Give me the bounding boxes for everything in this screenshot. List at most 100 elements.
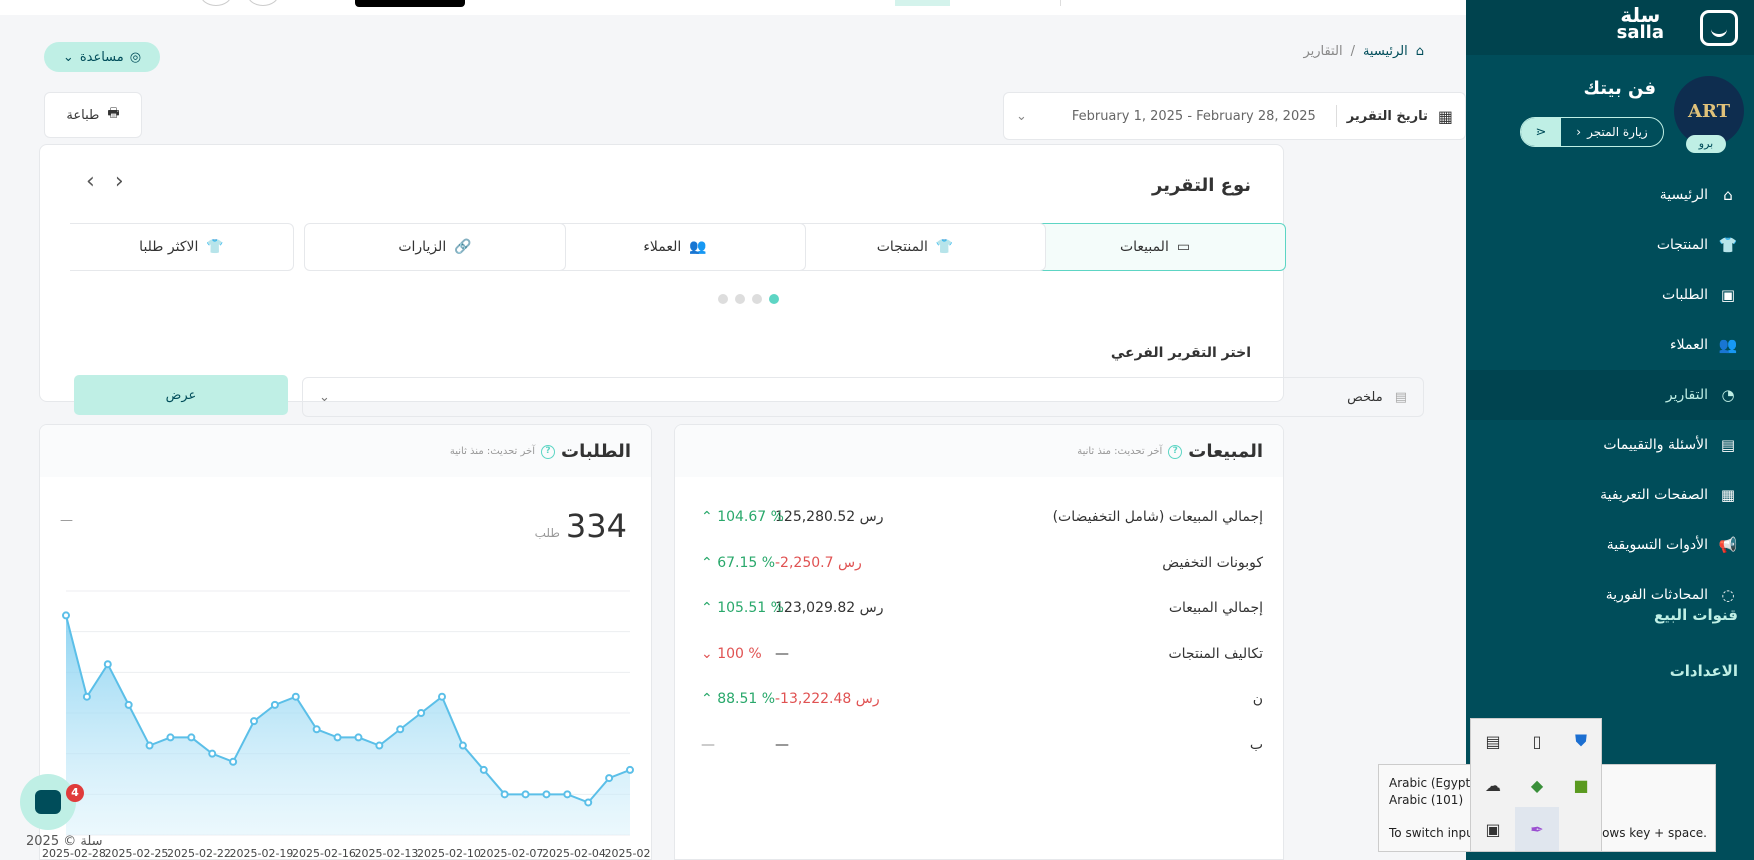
- chat-button[interactable]: [20, 774, 76, 830]
- pen-icon[interactable]: ✒: [1515, 807, 1559, 851]
- chevron-right-icon[interactable]: ›: [115, 169, 124, 194]
- chart-point[interactable]: [103, 660, 112, 669]
- logo-line-2: salla: [1616, 22, 1664, 43]
- chart-point[interactable]: [291, 692, 300, 701]
- tab-label: العملاء: [643, 239, 682, 255]
- chart-point[interactable]: [500, 790, 509, 799]
- chart-point[interactable]: [396, 725, 405, 734]
- sidebar-item-7[interactable]: 📢 الأدوات التسويقية: [1466, 520, 1754, 570]
- chart-point[interactable]: [187, 733, 196, 742]
- tab-customers[interactable]: 👥 العملاء: [544, 223, 806, 271]
- home-icon[interactable]: ⌂: [1416, 44, 1424, 59]
- monitor-icon[interactable]: ▤: [1471, 719, 1515, 763]
- date-divider: [1335, 105, 1337, 127]
- sales-row-change: ⌄ 100 %: [701, 646, 762, 662]
- date-label: تاريخ التقرير: [1346, 108, 1428, 124]
- sidebar-item-label: الطلبات: [1662, 287, 1708, 303]
- chart-point[interactable]: [62, 611, 70, 620]
- top-bar: [0, 0, 1466, 15]
- top-tab-active[interactable]: [895, 0, 950, 6]
- megaphone-icon: 📢: [1718, 536, 1738, 554]
- sales-row-label: كوبونات التخفيض: [1162, 554, 1263, 571]
- store-name: فن بيتك: [1583, 78, 1656, 99]
- orders-title: الطلبات: [560, 441, 631, 462]
- chart-point[interactable]: [145, 741, 154, 750]
- chevron-left-icon[interactable]: ‹: [86, 169, 95, 194]
- chart-point[interactable]: [166, 733, 175, 742]
- chart-point[interactable]: [417, 709, 426, 717]
- chart-point[interactable]: [458, 741, 467, 750]
- chart-point[interactable]: [124, 700, 133, 709]
- chart-point[interactable]: [229, 757, 238, 766]
- carousel-dot-active[interactable]: [769, 294, 779, 304]
- carousel-dot[interactable]: [735, 294, 745, 304]
- network-icon[interactable]: ◆: [1515, 763, 1559, 807]
- sales-row: إجمالي المبيعات 123,029.82 رس ⌃ 105.51 %: [675, 584, 1283, 634]
- salla-logo-text[interactable]: سلة salla: [1616, 5, 1664, 43]
- carousel-dot[interactable]: [752, 294, 762, 304]
- tab-products[interactable]: 👕 المنتجات: [784, 223, 1046, 271]
- visit-store-button[interactable]: زيارة المتجر ‹ ⋖: [1520, 117, 1664, 147]
- sidebar-item-label: المنتجات: [1656, 237, 1708, 253]
- tab-label: الزيارات: [398, 239, 447, 255]
- chevron-left-icon: ‹: [1576, 125, 1582, 139]
- chart-point[interactable]: [354, 733, 363, 742]
- sales-row-percent: 105.51 %: [717, 600, 784, 616]
- chart-point[interactable]: [605, 774, 614, 783]
- print-button[interactable]: 🖶 طباعة: [44, 92, 142, 138]
- tab-sales[interactable]: ▭ المبيعات: [1024, 223, 1286, 271]
- tab-most-ordered[interactable]: 👕 الاكثر طلبا: [70, 223, 294, 271]
- chart-point[interactable]: [312, 725, 321, 734]
- nvidia-icon[interactable]: ■: [1559, 763, 1603, 807]
- sidebar-item-3[interactable]: 👥 العملاء: [1466, 320, 1754, 370]
- carousel-dot[interactable]: [718, 294, 728, 304]
- chart-point[interactable]: [479, 765, 488, 774]
- sales-row-label: ب: [1249, 736, 1263, 753]
- chart-point[interactable]: [438, 692, 446, 701]
- lifebuoy-icon: ◎: [129, 49, 142, 65]
- shield-icon[interactable]: ⛊: [1559, 719, 1603, 763]
- chart-point[interactable]: [521, 790, 530, 799]
- chart-point[interactable]: [270, 700, 279, 709]
- chart-point[interactable]: [208, 749, 217, 758]
- sidebar-item-2[interactable]: ▣ الطلبات: [1466, 270, 1754, 320]
- sidebar-section-sales-channels[interactable]: قنوات البيع: [1466, 590, 1754, 640]
- chart-point[interactable]: [333, 733, 342, 742]
- chart-point[interactable]: [375, 741, 384, 750]
- chart-point[interactable]: [250, 717, 258, 726]
- chart-point[interactable]: [563, 790, 572, 799]
- top-dark-button[interactable]: [355, 0, 465, 7]
- chart-point[interactable]: [626, 765, 634, 774]
- tab-visits[interactable]: 🔗 الزيارات: [304, 223, 566, 271]
- show-button[interactable]: عرض: [74, 375, 288, 415]
- top-circle-button[interactable]: [247, 0, 279, 6]
- date-range-picker[interactable]: ▦ تاريخ التقرير February 1, 2025 - Febru…: [1003, 92, 1466, 140]
- sub-report-value: ملخص: [1347, 389, 1383, 405]
- sidebar-item-1[interactable]: 👕 المنتجات: [1466, 220, 1754, 270]
- sub-report-select[interactable]: ▤ ملخص ⌄: [302, 377, 1424, 417]
- share-icon[interactable]: ⋖: [1521, 118, 1561, 146]
- sidebar-item-5[interactable]: ▤ الأسئلة والتقييمات: [1466, 420, 1754, 470]
- salla-logo-icon[interactable]: [1700, 10, 1738, 46]
- chart-point[interactable]: [542, 790, 551, 799]
- chart-point[interactable]: [82, 692, 91, 701]
- sales-row-change: —: [701, 737, 715, 753]
- help-button[interactable]: ◎ مساعدة ⌄: [44, 42, 160, 72]
- sidebar-item-0[interactable]: ⌂ الرئيسية: [1466, 170, 1754, 220]
- visit-store-label: زيارة المتجر: [1587, 125, 1648, 139]
- sales-row-value: -2,250.7 رس: [775, 554, 862, 571]
- chart-point[interactable]: [584, 798, 593, 807]
- orders-updated: آخر تحديث: منذ ثانية: [449, 446, 535, 457]
- top-circle-button[interactable]: [200, 0, 232, 6]
- sidebar-section-settings[interactable]: الاعدادات: [1466, 646, 1754, 696]
- usb-icon[interactable]: ▯: [1515, 719, 1559, 763]
- sidebar-item-label: الصفحات التعريفية: [1600, 487, 1708, 503]
- sidebar-item-6[interactable]: ▦ الصفحات التعريفية: [1466, 470, 1754, 520]
- cloud-off-icon[interactable]: ☁: [1471, 763, 1515, 807]
- help-circle-icon[interactable]: ?: [540, 444, 555, 459]
- sidebar-item-4[interactable]: ◔ التقارير: [1466, 370, 1754, 420]
- help-circle-icon[interactable]: ?: [1168, 444, 1183, 459]
- sales-row: ن -13,222.48 رس ⌃ 88.51 %: [675, 675, 1283, 725]
- breadcrumb-home[interactable]: الرئيسية: [1363, 44, 1408, 59]
- display-icon[interactable]: ▣: [1471, 807, 1515, 851]
